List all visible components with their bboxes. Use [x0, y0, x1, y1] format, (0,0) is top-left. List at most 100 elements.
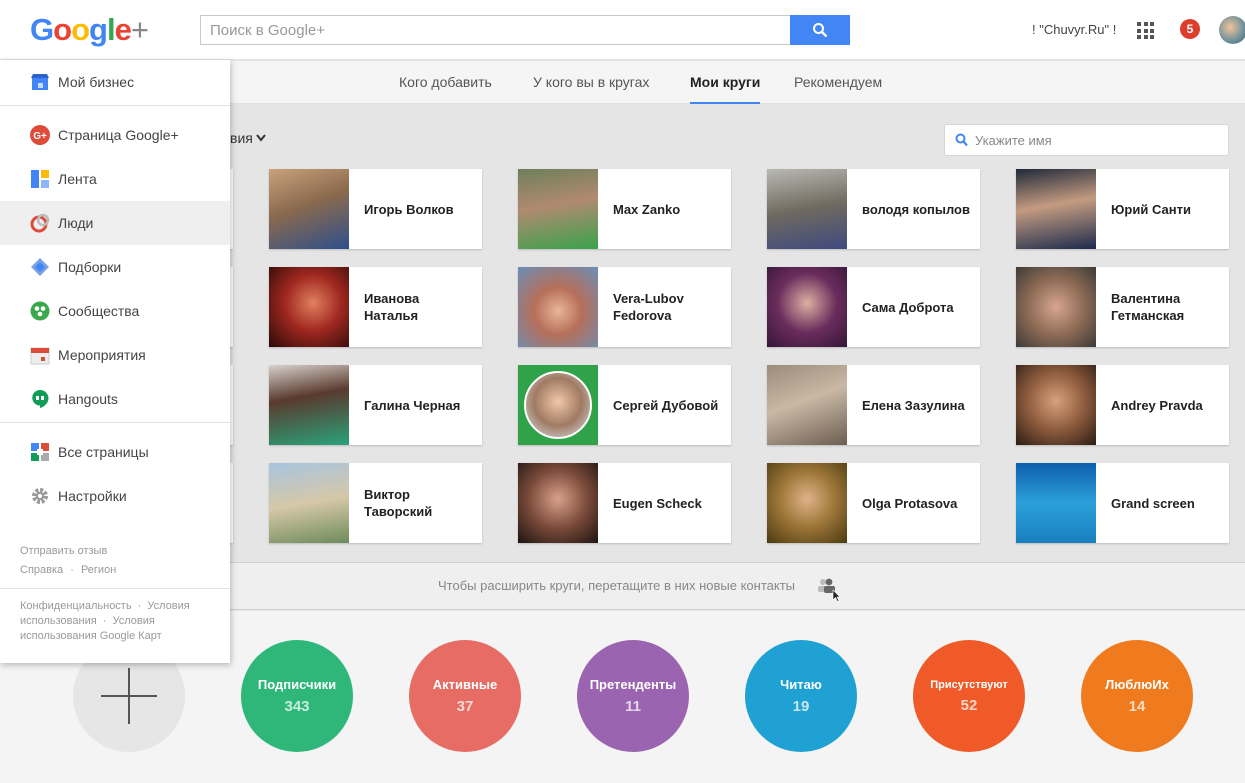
circle-name: Присутствуют	[930, 678, 1008, 691]
search-icon	[955, 133, 968, 147]
contact-name: Валентина Гетманская	[1111, 291, 1185, 323]
contact-photo	[767, 463, 847, 543]
gear-icon	[32, 488, 48, 504]
contact-card[interactable]: Галина Черная	[269, 365, 482, 445]
circle-count: 14	[1128, 698, 1146, 715]
divider	[0, 588, 230, 589]
contact-card[interactable]: Olga Protasova	[767, 463, 980, 543]
contact-card[interactable]: Игорь Волков	[269, 169, 482, 249]
plus-icon	[101, 668, 157, 724]
contact-card[interactable]: Виктор Таворский	[269, 463, 482, 543]
nav-label: Люди	[58, 215, 94, 231]
search-input[interactable]	[201, 16, 790, 44]
search-box	[200, 15, 790, 45]
google-plus-icon: G+	[30, 125, 50, 145]
nav-all-pages[interactable]: Все страницы	[0, 430, 230, 474]
nav-label: Подборки	[58, 259, 122, 275]
circle-count: 52	[960, 696, 978, 714]
contact-card[interactable]: Сама Доброта	[767, 267, 980, 347]
notifications-badge[interactable]: 5	[1180, 19, 1200, 39]
tab-my-circles[interactable]: Мои круги	[690, 74, 761, 104]
nav-label: Hangouts	[58, 391, 118, 407]
collections-icon	[31, 258, 49, 276]
name-filter-box	[944, 124, 1229, 156]
people-tabs: Кого добавить У кого вы в кругах Мои кру…	[230, 61, 1245, 104]
circle-count: 19	[792, 698, 810, 715]
contact-photo	[518, 267, 598, 347]
contact-name: Иванова Наталья	[364, 291, 420, 323]
tab-recommended[interactable]: Рекомендуем	[794, 74, 882, 90]
feedback-link[interactable]: Отправить отзыв	[20, 545, 107, 557]
people-circles-icon	[30, 213, 50, 233]
circle-active[interactable]: Активные 37	[409, 640, 521, 752]
top-header: Google+ ! "Chuvyr.Ru" ! 5	[0, 0, 1245, 60]
contact-name: Andrey Pravda	[1111, 397, 1203, 413]
sort-dropdown-label[interactable]: вия	[230, 130, 253, 146]
contact-card[interactable]: Валентина Гетманская	[1016, 267, 1229, 347]
nav-collections[interactable]: Подборки	[0, 245, 230, 289]
nav-people[interactable]: Люди	[0, 201, 230, 245]
nav-label: Сообщества	[58, 303, 140, 319]
circle-love-them[interactable]: ЛюблюИх 14	[1081, 640, 1193, 752]
tab-who-to-add[interactable]: Кого добавить	[399, 74, 492, 90]
contact-name: Игорь Волков	[364, 201, 454, 217]
contact-name: Сергей Дубовой	[613, 397, 719, 413]
divider	[0, 105, 230, 106]
user-name[interactable]: ! "Chuvyr.Ru" !	[1032, 22, 1116, 37]
contact-card[interactable]: Andrey Pravda	[1016, 365, 1229, 445]
nav-label: Мероприятия	[58, 347, 146, 363]
contact-photo	[269, 169, 349, 249]
circle-subscribers[interactable]: Подписчики 343	[241, 640, 353, 752]
chevron-down-icon[interactable]	[256, 134, 266, 142]
search-button[interactable]	[790, 15, 850, 45]
contact-card[interactable]: Юрий Санти	[1016, 169, 1229, 249]
help-link[interactable]: Справка	[20, 563, 63, 578]
contact-name: Юрий Санти	[1111, 201, 1191, 217]
circle-reading[interactable]: Читаю 19	[745, 640, 857, 752]
nav-events[interactable]: Мероприятия	[0, 333, 230, 377]
region-link[interactable]: Регион	[81, 564, 116, 576]
circle-count: 37	[456, 698, 474, 715]
apps-grid-icon[interactable]	[1137, 22, 1154, 39]
nav-label: Мой бизнес	[58, 74, 135, 90]
contact-card[interactable]: Иванова Наталья	[269, 267, 482, 347]
circle-candidates[interactable]: Претенденты 11	[577, 640, 689, 752]
google-plus-logo[interactable]: Google+	[30, 12, 149, 48]
nav-stream[interactable]: Лента	[0, 157, 230, 201]
contact-card[interactable]: Vera-Lubov Fedorova	[518, 267, 731, 347]
contact-photo	[518, 169, 598, 249]
nav-communities[interactable]: Сообщества	[0, 289, 230, 333]
account-avatar[interactable]	[1219, 16, 1245, 44]
calendar-icon	[30, 347, 50, 365]
contact-card[interactable]: Сергей Дубовой	[518, 365, 731, 445]
contact-name: Елена Зазулина	[862, 397, 965, 413]
name-filter-input[interactable]	[975, 125, 1220, 155]
contact-photo	[269, 365, 349, 445]
contact-name: Виктор Таворский	[364, 487, 433, 519]
circle-present[interactable]: Присутствуют 52	[913, 640, 1025, 752]
privacy-link[interactable]: Конфиденциальность	[20, 600, 132, 612]
contact-photo	[518, 463, 598, 543]
nav-hangouts[interactable]: Hangouts	[0, 377, 230, 421]
contact-photo	[767, 365, 847, 445]
contact-name: володя копылов	[862, 201, 970, 217]
store-icon	[31, 74, 49, 90]
circle-name: Претенденты	[589, 677, 677, 692]
contact-card[interactable]: Елена Зазулина	[767, 365, 980, 445]
contact-photo	[1016, 267, 1096, 347]
legal-links: Конфиденциальность · Условия использован…	[20, 600, 190, 642]
circle-name: Читаю	[780, 677, 822, 692]
nav-my-business[interactable]: Мой бизнес	[0, 60, 230, 104]
contact-card[interactable]: Grand screen	[1016, 463, 1229, 543]
nav-settings[interactable]: Настройки	[0, 474, 230, 518]
contact-photo	[1016, 169, 1096, 249]
contact-card[interactable]: володя копылов	[767, 169, 980, 249]
nav-google-plus-page[interactable]: G+ Страница Google+	[0, 113, 230, 157]
contact-card[interactable]: Max Zanko	[518, 169, 731, 249]
contact-card[interactable]: Eugen Scheck	[518, 463, 731, 543]
contact-name: Eugen Scheck	[613, 495, 702, 511]
tab-have-you-in-circles[interactable]: У кого вы в кругах	[533, 74, 649, 90]
contact-photo	[1016, 463, 1096, 543]
contact-name: Vera-Lubov Fedorova	[613, 291, 684, 323]
drag-contacts-icon	[818, 578, 840, 602]
